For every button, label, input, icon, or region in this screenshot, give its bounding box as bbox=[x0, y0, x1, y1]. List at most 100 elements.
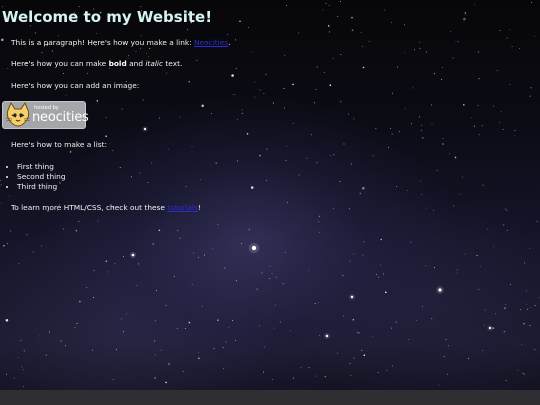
star bbox=[158, 229, 161, 232]
paragraph-tutorials: To learn more HTML/CSS, check out these … bbox=[11, 203, 201, 213]
star bbox=[314, 102, 315, 104]
star bbox=[139, 172, 141, 174]
star bbox=[527, 308, 528, 310]
star bbox=[34, 32, 36, 34]
star bbox=[292, 122, 294, 124]
star bbox=[151, 162, 152, 164]
star bbox=[20, 340, 22, 342]
star bbox=[109, 143, 111, 145]
star bbox=[529, 247, 531, 249]
star bbox=[523, 322, 525, 325]
star bbox=[449, 153, 451, 155]
star bbox=[521, 344, 523, 346]
star bbox=[5, 319, 9, 322]
star bbox=[328, 31, 330, 33]
star bbox=[529, 306, 531, 308]
star bbox=[455, 40, 457, 42]
star bbox=[128, 55, 130, 57]
star bbox=[210, 112, 212, 114]
star bbox=[463, 17, 466, 21]
star bbox=[231, 74, 234, 77]
star bbox=[282, 283, 284, 285]
star bbox=[333, 154, 335, 156]
star bbox=[114, 263, 116, 265]
star bbox=[300, 367, 302, 369]
star bbox=[235, 67, 237, 69]
star bbox=[522, 372, 524, 374]
star bbox=[191, 284, 193, 286]
star bbox=[286, 145, 287, 147]
star bbox=[463, 104, 465, 106]
star bbox=[377, 276, 379, 278]
star bbox=[487, 228, 489, 230]
bright-star bbox=[488, 326, 492, 330]
star bbox=[79, 300, 81, 303]
star bbox=[325, 2, 327, 4]
star bbox=[523, 373, 525, 375]
star bbox=[223, 368, 224, 370]
star bbox=[322, 9, 324, 11]
italic-text: italic bbox=[145, 59, 164, 68]
star bbox=[502, 129, 504, 130]
star bbox=[51, 50, 53, 52]
star bbox=[383, 273, 385, 275]
star bbox=[266, 180, 268, 182]
star bbox=[166, 72, 168, 74]
star bbox=[292, 377, 294, 379]
star bbox=[246, 133, 249, 135]
star bbox=[316, 66, 318, 68]
paragraph-text: Here's how you can make bbox=[11, 59, 109, 68]
star bbox=[201, 305, 203, 307]
star bbox=[459, 193, 461, 195]
star bbox=[477, 51, 480, 53]
star bbox=[534, 305, 536, 307]
star bbox=[421, 124, 423, 126]
star bbox=[506, 229, 508, 231]
star bbox=[308, 367, 310, 369]
star bbox=[3, 244, 5, 247]
star bbox=[514, 130, 516, 132]
star bbox=[76, 323, 78, 324]
badge-logo-text: neocities bbox=[32, 110, 89, 125]
star bbox=[149, 47, 151, 49]
star bbox=[499, 29, 501, 31]
star bbox=[120, 318, 122, 320]
star bbox=[279, 321, 281, 323]
star bbox=[529, 95, 531, 97]
star bbox=[318, 231, 320, 233]
list-item: Second thing bbox=[17, 172, 66, 182]
star bbox=[222, 346, 224, 348]
star bbox=[155, 290, 157, 292]
neocities-badge-image[interactable]: hosted by neocities bbox=[2, 101, 89, 129]
star bbox=[22, 369, 24, 371]
star bbox=[425, 265, 427, 267]
star bbox=[404, 52, 406, 54]
star bbox=[45, 354, 47, 356]
bright-star bbox=[131, 253, 135, 257]
star bbox=[511, 45, 513, 47]
tutorials-link[interactable]: tutorials bbox=[167, 203, 198, 212]
star bbox=[8, 195, 10, 197]
star bbox=[23, 386, 25, 388]
star bbox=[332, 58, 334, 60]
star bbox=[306, 157, 308, 159]
star bbox=[422, 137, 424, 139]
star bbox=[434, 266, 435, 268]
neocities-link[interactable]: Neocities bbox=[194, 38, 228, 47]
star bbox=[97, 220, 99, 222]
star bbox=[193, 252, 195, 254]
star bbox=[87, 72, 88, 74]
star bbox=[198, 256, 200, 258]
star bbox=[445, 339, 447, 341]
star bbox=[41, 52, 43, 54]
star bbox=[482, 349, 484, 351]
star bbox=[26, 234, 28, 236]
star bbox=[514, 135, 516, 137]
star bbox=[135, 51, 137, 53]
bright-star bbox=[325, 334, 329, 338]
star bbox=[217, 319, 219, 322]
star bbox=[298, 32, 300, 34]
star bbox=[352, 318, 355, 321]
star bbox=[414, 49, 415, 51]
star bbox=[173, 275, 175, 277]
